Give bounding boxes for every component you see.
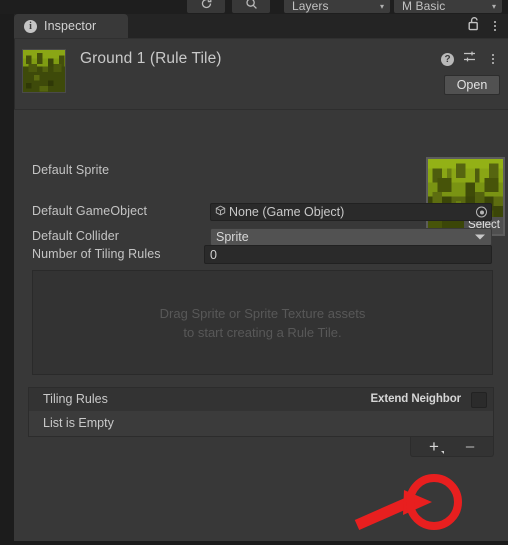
kebab-menu-icon[interactable] bbox=[488, 18, 502, 34]
layers-dropdown[interactable]: Layers ▾ bbox=[284, 0, 390, 13]
open-button[interactable]: Open bbox=[444, 75, 500, 95]
extend-neighbor-checkbox[interactable] bbox=[471, 392, 487, 408]
number-of-tiling-rules-value: 0 bbox=[210, 247, 217, 262]
object-picker-icon[interactable] bbox=[476, 206, 487, 218]
tab-inspector-label: Inspector bbox=[44, 19, 97, 33]
object-header: Ground 1 (Rule Tile) ? Open bbox=[14, 39, 508, 109]
tabbar-left-edge bbox=[0, 14, 14, 38]
help-icon[interactable]: ? bbox=[441, 52, 454, 66]
tab-inspector[interactable]: i Inspector bbox=[14, 14, 128, 38]
drop-area-line1: Drag Sprite or Sprite Texture assets bbox=[159, 305, 366, 321]
rotate-tool-button[interactable] bbox=[187, 0, 225, 13]
add-rule-button[interactable]: + bbox=[423, 436, 445, 456]
layers-dropdown-label: Layers bbox=[292, 0, 329, 13]
unity-editor-window: Layers ▾ M Basic ▾ i Inspector Ground 1 … bbox=[0, 0, 508, 541]
drop-area-line2: to start creating a Rule Tile. bbox=[183, 324, 342, 340]
default-sprite-row: Default Sprite Select bbox=[14, 110, 508, 236]
layout-dropdown-label: M Basic bbox=[402, 0, 446, 13]
preset-settings-icon[interactable] bbox=[463, 50, 477, 68]
list-footer-toolbar: + – bbox=[410, 437, 494, 457]
cube-icon bbox=[215, 203, 226, 221]
default-gameobject-row: Default GameObject None (Game Object) bbox=[14, 203, 508, 221]
number-of-tiling-rules-input[interactable]: 0 bbox=[204, 245, 492, 264]
plus-icon: + bbox=[429, 436, 439, 456]
sprite-drop-area[interactable]: Drag Sprite or Sprite Texture assets to … bbox=[32, 270, 493, 375]
number-of-tiling-rules-label: Number of Tiling Rules bbox=[32, 247, 161, 261]
rule-tile-thumbnail bbox=[22, 49, 66, 93]
chevron-down-icon bbox=[475, 234, 485, 240]
lock-open-icon[interactable] bbox=[467, 16, 480, 36]
inspector-tabbar: i Inspector bbox=[0, 14, 508, 38]
extend-neighbor-label: Extend Neighbor bbox=[370, 393, 461, 405]
number-of-tiling-rules-row: Number of Tiling Rules 0 bbox=[14, 245, 508, 264]
tabbar-actions bbox=[467, 14, 502, 38]
search-tool-button[interactable] bbox=[232, 0, 270, 13]
default-collider-label: Default Collider bbox=[32, 229, 120, 243]
default-gameobject-field[interactable]: None (Game Object) bbox=[210, 203, 492, 221]
layout-dropdown[interactable]: M Basic ▾ bbox=[394, 0, 502, 13]
inspector-panel: Ground 1 (Rule Tile) ? Open Default Spri… bbox=[14, 38, 508, 541]
chevron-down-icon: ▾ bbox=[491, 2, 496, 11]
tiling-rules-header: Tiling Rules Extend Neighbor bbox=[28, 387, 494, 411]
list-empty-label: List is Empty bbox=[43, 416, 114, 430]
remove-rule-button[interactable]: – bbox=[459, 437, 481, 455]
plus-dropdown-caret-icon bbox=[441, 450, 444, 454]
default-collider-value: Sprite bbox=[216, 230, 249, 244]
default-sprite-label: Default Sprite bbox=[32, 163, 110, 177]
default-gameobject-value: None (Game Object) bbox=[229, 205, 345, 219]
object-header-icons: ? bbox=[441, 50, 500, 68]
default-gameobject-label: Default GameObject bbox=[32, 204, 148, 218]
search-icon bbox=[245, 0, 258, 12]
editor-toolbar: Layers ▾ M Basic ▾ bbox=[0, 0, 508, 14]
tiling-rules-title: Tiling Rules bbox=[43, 392, 108, 406]
tiling-rules-list: List is Empty bbox=[28, 411, 494, 437]
default-sprite-preview[interactable]: Select bbox=[426, 157, 505, 236]
default-collider-dropdown[interactable]: Sprite bbox=[210, 228, 492, 246]
default-collider-row: Default Collider Sprite bbox=[14, 228, 508, 246]
object-title: Ground 1 (Rule Tile) bbox=[80, 50, 222, 67]
chevron-down-icon: ▾ bbox=[379, 2, 384, 11]
inspector-content: Default Sprite Select Default GameObject… bbox=[14, 110, 508, 541]
info-icon: i bbox=[24, 19, 37, 33]
kebab-menu-icon[interactable] bbox=[486, 51, 500, 67]
rotate-icon bbox=[200, 0, 213, 12]
minus-icon: – bbox=[465, 437, 475, 455]
